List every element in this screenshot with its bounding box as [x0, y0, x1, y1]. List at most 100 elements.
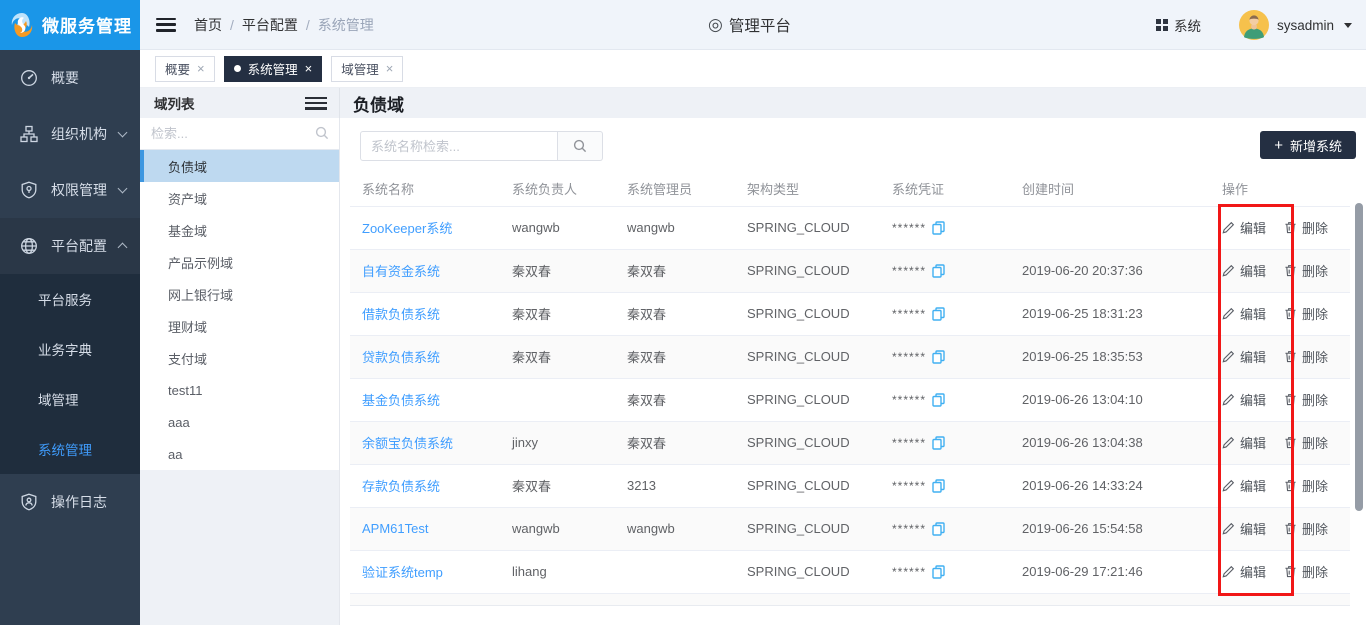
sidebar-item-permissions[interactable]: 权限管理	[0, 162, 140, 218]
delete-button[interactable]: 删除	[1284, 218, 1328, 237]
copy-icon[interactable]	[932, 436, 945, 450]
system-name-link[interactable]: 借款负债系统	[362, 307, 440, 322]
system-name-link[interactable]: 基金负债系统	[362, 393, 440, 408]
domain-list-item[interactable]: 资产域	[140, 182, 339, 214]
delete-button[interactable]: 删除	[1284, 433, 1328, 452]
admin-cell	[615, 550, 735, 593]
copy-icon[interactable]	[932, 479, 945, 493]
platform-title: ◎ 管理平台	[708, 0, 791, 50]
edit-label: 编辑	[1240, 433, 1266, 452]
tab-close-icon[interactable]: ×	[197, 62, 205, 75]
submenu-item[interactable]: 业务字典	[0, 324, 140, 374]
domain-list-item[interactable]: 负债域	[140, 150, 339, 182]
breadcrumb-home[interactable]: 首页	[194, 15, 222, 35]
sidebar-item-overview[interactable]: 概要	[0, 50, 140, 106]
domain-list-item[interactable]: 支付域	[140, 342, 339, 374]
delete-button[interactable]: 删除	[1284, 261, 1328, 280]
domain-list-item[interactable]: 基金域	[140, 214, 339, 246]
edit-button[interactable]: 编辑	[1222, 218, 1266, 237]
domain-list-item[interactable]: 理财域	[140, 310, 339, 342]
col-created: 创建时间	[1010, 172, 1210, 206]
domain-search-input[interactable]	[140, 118, 339, 149]
tab[interactable]: 概要 ×	[155, 56, 215, 82]
trash-icon	[1284, 221, 1297, 234]
credential-masked: ******	[892, 350, 926, 364]
domain-list-item[interactable]: 产品示例域	[140, 246, 339, 278]
system-name-link[interactable]: APM61Test	[362, 521, 428, 536]
domain-list-item[interactable]: 网上银行域	[140, 278, 339, 310]
copy-icon[interactable]	[932, 307, 945, 321]
system-name-link[interactable]: 验证系统temp	[362, 565, 443, 580]
tags-view-bar: 概要 × 系统管理 × 域管理 ×	[140, 50, 1366, 88]
pencil-icon	[1222, 393, 1235, 406]
domain-list-item[interactable]: test11	[140, 374, 339, 406]
sidebar-item-platform-config[interactable]: 平台配置	[0, 218, 140, 274]
breadcrumb-platform-config[interactable]: 平台配置	[242, 15, 298, 35]
domain-list-item[interactable]: aa	[140, 438, 339, 470]
system-name-link[interactable]: ZooKeeper系统	[362, 221, 452, 236]
copy-icon[interactable]	[932, 565, 945, 579]
edit-button[interactable]: 编辑	[1222, 261, 1266, 280]
tab-close-icon[interactable]: ×	[386, 62, 394, 75]
edit-button[interactable]: 编辑	[1222, 304, 1266, 323]
delete-button[interactable]: 删除	[1284, 476, 1328, 495]
admin-cell: 秦双春	[615, 249, 735, 292]
sidebar-item-organization[interactable]: 组织机构	[0, 106, 140, 162]
architecture-cell: SPRING_CLOUD	[735, 421, 880, 464]
architecture-cell: SPRING_CLOUD	[735, 335, 880, 378]
edit-button[interactable]: 编辑	[1222, 390, 1266, 409]
edit-button[interactable]: 编辑	[1222, 562, 1266, 581]
copy-icon[interactable]	[932, 350, 945, 364]
system-switch-button[interactable]: 系统	[1156, 15, 1201, 35]
pencil-icon	[1222, 479, 1235, 492]
user-menu[interactable]: sysadmin	[1239, 10, 1352, 40]
system-name-link[interactable]: 自有资金系统	[362, 264, 440, 279]
edit-label: 编辑	[1240, 519, 1266, 538]
tab-close-icon[interactable]: ×	[305, 62, 313, 75]
delete-button[interactable]: 删除	[1284, 390, 1328, 409]
credential-masked: ******	[892, 307, 926, 321]
platform-title-label: 管理平台	[729, 14, 791, 36]
active-dot-icon	[234, 65, 241, 72]
copy-icon[interactable]	[932, 522, 945, 536]
tab[interactable]: 域管理 ×	[331, 56, 403, 82]
domain-panel-menu-icon[interactable]	[305, 97, 327, 110]
delete-button[interactable]: 删除	[1284, 519, 1328, 538]
system-search-input[interactable]	[360, 131, 558, 161]
domain-list-item[interactable]: aaa	[140, 406, 339, 438]
credential-masked: ******	[892, 565, 926, 579]
search-button[interactable]	[558, 131, 603, 161]
copy-icon[interactable]	[932, 264, 945, 278]
breadcrumb-separator: /	[306, 17, 310, 33]
submenu-item[interactable]: 平台服务	[0, 274, 140, 324]
add-system-button[interactable]: + 新增系统	[1260, 131, 1356, 159]
delete-button[interactable]: 删除	[1284, 562, 1328, 581]
app-logo[interactable]: 微服务管理	[0, 0, 140, 50]
table-row: 自有资金系统 秦双春 秦双春 SPRING_CLOUD ****** 2019-…	[350, 249, 1350, 292]
edit-button[interactable]: 编辑	[1222, 476, 1266, 495]
copy-icon[interactable]	[932, 221, 945, 235]
platform-config-submenu: 平台服务业务字典域管理系统管理	[0, 274, 140, 474]
edit-button[interactable]: 编辑	[1222, 347, 1266, 366]
vertical-scrollbar-thumb[interactable]	[1355, 203, 1363, 511]
submenu-item[interactable]: 系统管理	[0, 424, 140, 474]
system-name-link[interactable]: 存款负债系统	[362, 479, 440, 494]
tab[interactable]: 系统管理 ×	[224, 56, 323, 82]
edit-button[interactable]: 编辑	[1222, 519, 1266, 538]
delete-button[interactable]: 删除	[1284, 304, 1328, 323]
sidebar-item-operation-log[interactable]: 操作日志	[0, 474, 140, 530]
collapse-menu-icon[interactable]	[156, 18, 176, 32]
domain-list-title: 域列表	[154, 93, 195, 113]
copy-icon[interactable]	[932, 393, 945, 407]
delete-button[interactable]: 删除	[1284, 347, 1328, 366]
edit-button[interactable]: 编辑	[1222, 433, 1266, 452]
col-actions: 操作	[1210, 172, 1350, 206]
system-name-link[interactable]: 余额宝负债系统	[362, 436, 453, 451]
trash-icon	[1284, 393, 1297, 406]
plus-icon: +	[1274, 137, 1283, 154]
chevron-up-icon	[118, 243, 128, 253]
system-name-link[interactable]: 贷款负债系统	[362, 350, 440, 365]
pencil-icon	[1222, 221, 1235, 234]
submenu-item[interactable]: 域管理	[0, 374, 140, 424]
credential-masked: ******	[892, 221, 926, 235]
